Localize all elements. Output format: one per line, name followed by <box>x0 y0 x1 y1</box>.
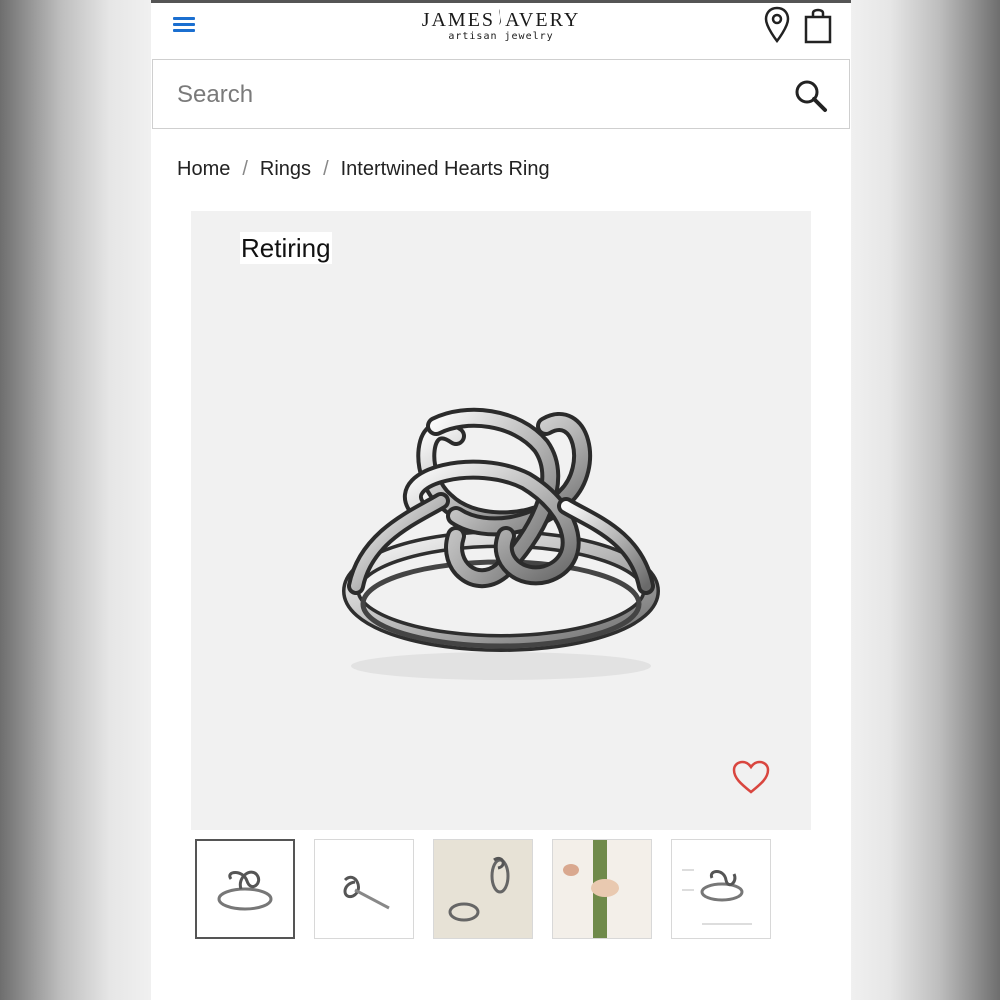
heart-icon <box>732 760 770 794</box>
hamburger-icon <box>173 17 195 20</box>
map-pin-icon <box>764 6 790 44</box>
phone-screen: JAMES AVERY artisan jewelry Home <box>151 0 851 1000</box>
product-image-area[interactable]: Retiring <box>191 211 811 830</box>
logo-left: JAMES <box>421 9 496 31</box>
search-bar <box>152 59 850 129</box>
ring-side-thumbnail <box>343 875 390 910</box>
breadcrumb-separator: / <box>323 158 329 180</box>
favorite-button[interactable] <box>731 759 771 795</box>
search-button[interactable] <box>793 78 829 114</box>
breadcrumb-home[interactable]: Home <box>177 158 230 180</box>
breadcrumb: Home / Rings / Intertwined Hearts Ring <box>177 158 550 181</box>
model-hand-thumbnail <box>553 840 651 938</box>
store-locator-button[interactable] <box>763 6 791 44</box>
thumbnail-strip <box>195 839 815 941</box>
magnifier-icon <box>795 80 827 112</box>
shopping-bag-icon <box>804 8 832 44</box>
ring-image <box>342 407 660 680</box>
menu-button[interactable] <box>173 14 197 38</box>
flame-icon <box>499 9 502 25</box>
thumbnail-5[interactable] <box>671 839 771 939</box>
thumbnail-1[interactable] <box>195 839 295 939</box>
ring-dimensions-thumbnail <box>682 869 752 925</box>
site-header: JAMES AVERY artisan jewelry <box>151 3 851 59</box>
breadcrumb-current: Intertwined Hearts Ring <box>340 158 550 180</box>
ring-pair-thumbnail <box>448 856 510 922</box>
brand-logo[interactable]: JAMES AVERY artisan jewelry <box>421 8 581 43</box>
breadcrumb-separator: / <box>242 158 248 180</box>
thumbnail-3[interactable] <box>433 839 533 939</box>
breadcrumb-rings[interactable]: Rings <box>260 158 311 180</box>
ring-front-thumbnail <box>217 870 273 911</box>
thumbnail-2[interactable] <box>314 839 414 939</box>
thumbnail-4[interactable] <box>552 839 652 939</box>
shopping-bag-button[interactable] <box>803 6 833 44</box>
logo-right: AVERY <box>505 9 581 31</box>
retiring-badge: Retiring <box>240 232 332 264</box>
search-input[interactable] <box>175 74 779 116</box>
logo-tagline: artisan jewelry <box>448 31 554 42</box>
